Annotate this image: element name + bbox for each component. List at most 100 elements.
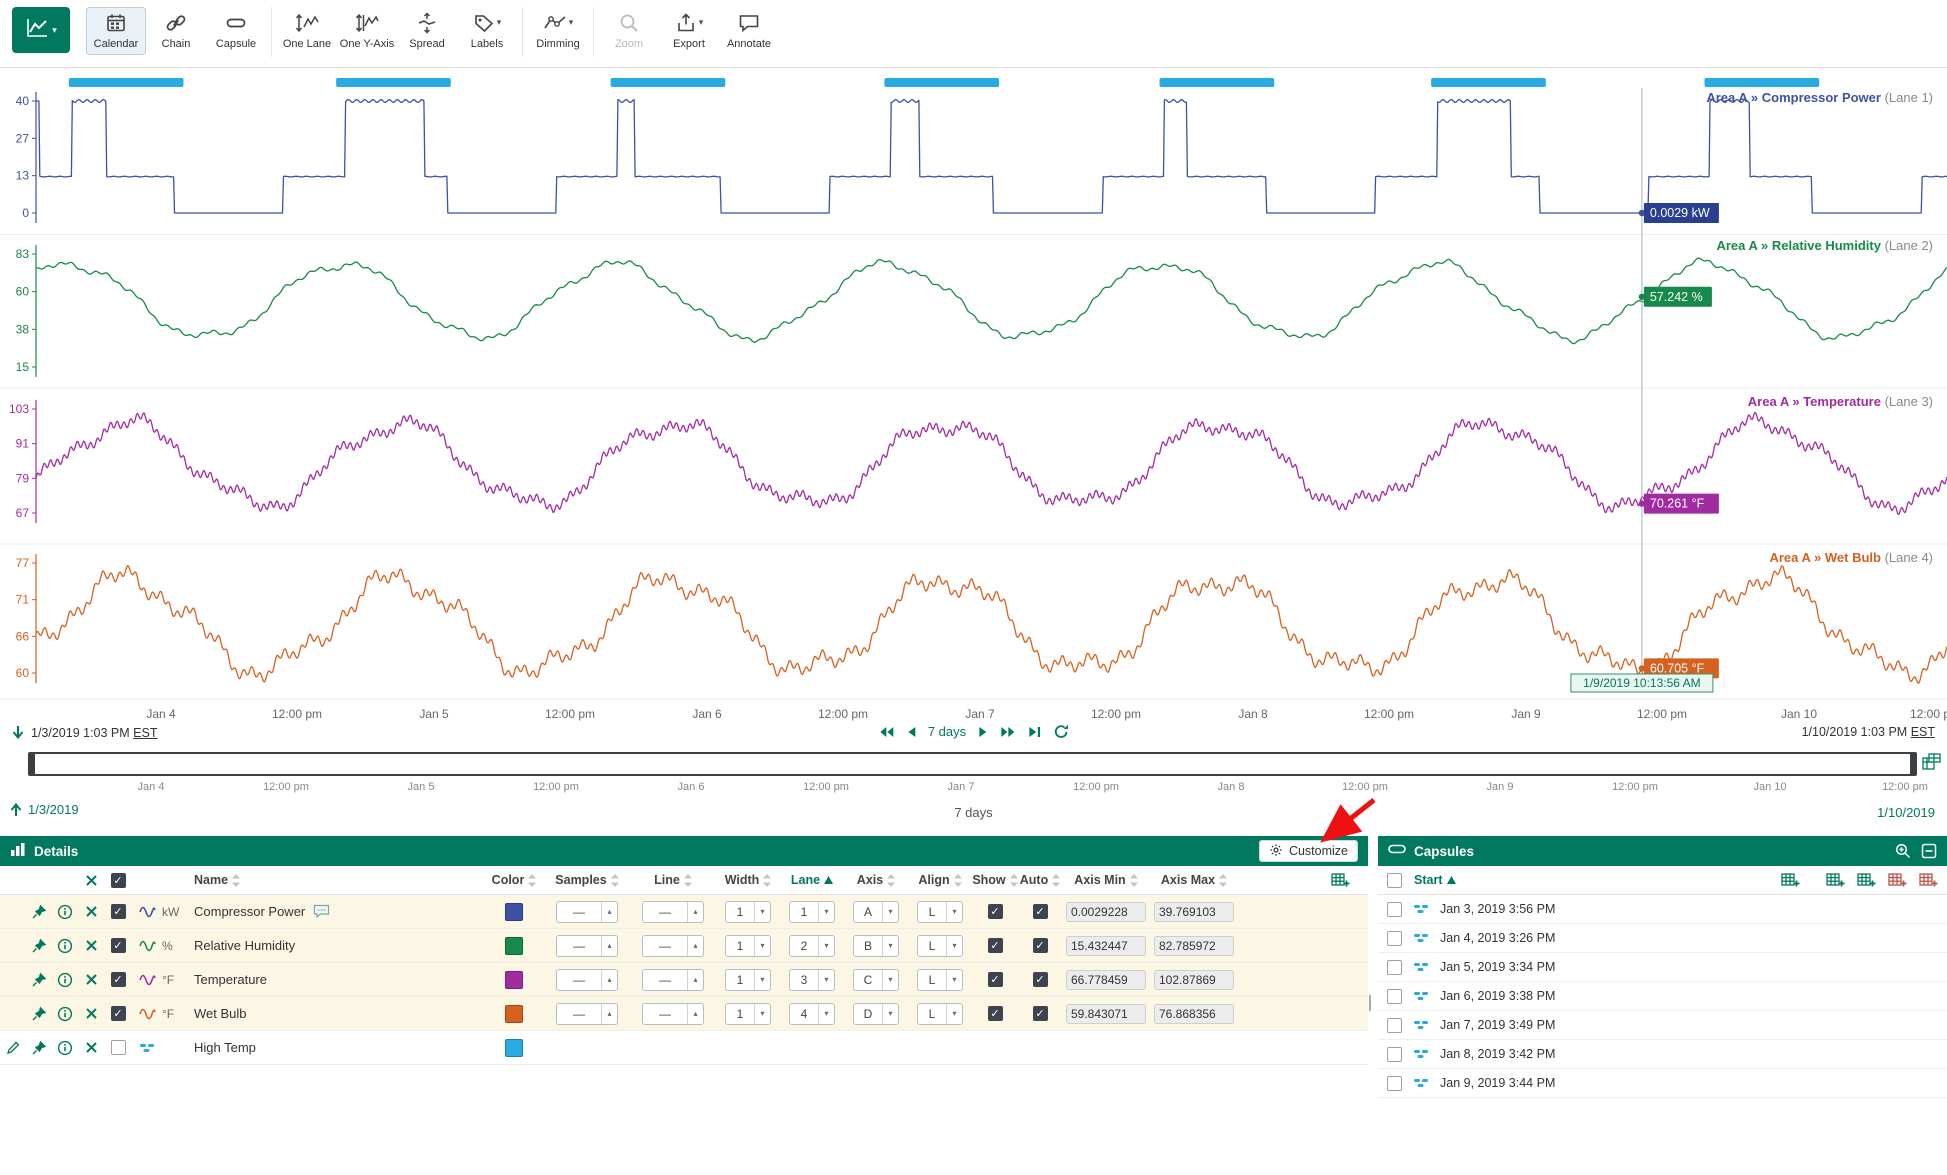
remove-icon[interactable]: [78, 929, 104, 962]
details-row-wet-bulb[interactable]: °FWet Bulb—▴—▴1▾4▾D▾L▾59.84307176.868356: [0, 997, 1368, 1031]
pan-to-end-button[interactable]: [1027, 725, 1042, 739]
show-checkbox[interactable]: [988, 904, 1003, 919]
row-checkbox[interactable]: [111, 1006, 126, 1021]
remove-icon[interactable]: [78, 895, 104, 928]
samples-style-dropdown[interactable]: —▴: [556, 969, 618, 991]
condition-capsule-bar[interactable]: [884, 78, 999, 87]
align-dropdown[interactable]: L▾: [917, 935, 963, 957]
axis-max-input[interactable]: 82.785972: [1154, 936, 1234, 956]
row-checkbox[interactable]: [111, 972, 126, 987]
line-style-dropdown[interactable]: —▴: [642, 901, 704, 923]
axis-max-input[interactable]: 39.769103: [1154, 902, 1234, 922]
trend-chart[interactable]: 4027130Area A » Compressor Power (Lane 1…: [0, 68, 1947, 722]
capsule-row[interactable]: Jan 9, 2019 3:44 PM: [1378, 1069, 1947, 1098]
investigate-end-date[interactable]: 1/10/2019: [1877, 805, 1935, 820]
capsule-checkbox[interactable]: [1387, 1018, 1402, 1033]
pin-icon[interactable]: [26, 895, 52, 928]
row-checkbox[interactable]: [111, 1040, 126, 1055]
align-dropdown[interactable]: L▾: [917, 901, 963, 923]
toolbar-button-spread[interactable]: Spread: [397, 7, 457, 55]
axis-dropdown[interactable]: A▾: [853, 901, 899, 923]
axis-dropdown[interactable]: B▾: [853, 935, 899, 957]
item-name[interactable]: Compressor Power: [194, 904, 305, 919]
duration-button[interactable]: 7 days: [928, 724, 966, 739]
capsule-checkbox[interactable]: [1387, 1076, 1402, 1091]
color-swatch[interactable]: [505, 971, 523, 989]
chart-type-menu-button[interactable]: ▾: [12, 7, 70, 53]
select-all-checkbox[interactable]: [111, 873, 126, 888]
capsule-grid-icon[interactable]: [1826, 872, 1845, 888]
line-style-dropdown[interactable]: —▴: [642, 935, 704, 957]
remove-icon[interactable]: [78, 1031, 104, 1064]
condition-capsule-bar[interactable]: [336, 78, 451, 87]
line-style-dropdown[interactable]: —▴: [642, 1003, 704, 1025]
col-color[interactable]: Color: [484, 866, 544, 894]
toolbar-button-labels[interactable]: ▾ Labels: [457, 7, 517, 55]
col-lane[interactable]: Lane: [780, 866, 844, 894]
details-row-compressor-power[interactable]: kWCompressor Power—▴—▴1▾1▾A▾L▾0.00292283…: [0, 895, 1368, 929]
toolbar-button-one-lane[interactable]: One Lane: [277, 7, 337, 55]
capsule-row[interactable]: Jan 3, 2019 3:56 PM: [1378, 895, 1947, 924]
color-swatch[interactable]: [505, 937, 523, 955]
lane-dropdown[interactable]: 2▾: [789, 935, 835, 957]
color-swatch[interactable]: [505, 1005, 523, 1023]
remove-icon[interactable]: [78, 963, 104, 996]
color-swatch[interactable]: [505, 1039, 523, 1057]
condition-capsule-bar[interactable]: [1160, 78, 1275, 87]
toolbar-button-chain[interactable]: Chain: [146, 7, 206, 55]
col-samples[interactable]: Samples: [544, 866, 630, 894]
info-icon[interactable]: [52, 997, 78, 1030]
capsule-grid-icon[interactable]: [1781, 872, 1800, 888]
capsule-row[interactable]: Jan 8, 2019 3:42 PM: [1378, 1040, 1947, 1069]
axis-min-input[interactable]: 66.778459: [1066, 970, 1146, 990]
item-name[interactable]: Temperature: [194, 972, 267, 987]
auto-checkbox[interactable]: [1033, 1006, 1048, 1021]
auto-checkbox[interactable]: [1033, 904, 1048, 919]
capsule-row[interactable]: Jan 6, 2019 3:38 PM: [1378, 982, 1947, 1011]
line-width-dropdown[interactable]: 1▾: [725, 1003, 771, 1025]
show-checkbox[interactable]: [988, 972, 1003, 987]
lane-label[interactable]: Area A » Compressor Power (Lane 1): [1706, 90, 1933, 105]
axis-max-input[interactable]: 102.87869: [1154, 970, 1234, 990]
refresh-button[interactable]: [1053, 724, 1069, 739]
condition-capsule-bar[interactable]: [1431, 78, 1546, 87]
remove-all-icon[interactable]: [78, 866, 104, 894]
capsule-checkbox[interactable]: [1387, 1047, 1402, 1062]
col-width[interactable]: Width: [716, 866, 780, 894]
details-row-high-temp[interactable]: High Temp: [0, 1031, 1368, 1065]
auto-checkbox[interactable]: [1033, 972, 1048, 987]
toolbar-button-capsule[interactable]: Capsule: [206, 7, 266, 55]
item-name[interactable]: High Temp: [194, 1040, 256, 1055]
edit-icon[interactable]: [0, 1031, 26, 1064]
condition-capsule-bar[interactable]: [69, 78, 184, 87]
item-name[interactable]: Wet Bulb: [194, 1006, 247, 1021]
collapse-panel-icon[interactable]: [1921, 843, 1937, 859]
info-icon[interactable]: [52, 963, 78, 996]
timeline-capsule-grid-icon[interactable]: [1922, 753, 1941, 775]
capsules-select-all-checkbox[interactable]: [1387, 873, 1402, 888]
col-start[interactable]: Start: [1414, 873, 1456, 887]
timeline-right-handle[interactable]: [1910, 752, 1917, 776]
capsule-row[interactable]: Jan 4, 2019 3:26 PM: [1378, 924, 1947, 953]
pin-icon[interactable]: [26, 963, 52, 996]
samples-style-dropdown[interactable]: —▴: [556, 935, 618, 957]
col-show[interactable]: Show: [972, 866, 1018, 894]
capsule-row[interactable]: Jan 7, 2019 3:49 PM: [1378, 1011, 1947, 1040]
align-dropdown[interactable]: L▾: [917, 1003, 963, 1025]
info-icon[interactable]: [52, 929, 78, 962]
samples-style-dropdown[interactable]: —▴: [556, 901, 618, 923]
condition-capsule-bar[interactable]: [1705, 78, 1820, 87]
remove-icon[interactable]: [78, 997, 104, 1030]
axis-min-input[interactable]: 0.0029228: [1066, 902, 1146, 922]
timeline-left-handle[interactable]: [28, 752, 35, 776]
pan-forward-button[interactable]: [977, 725, 988, 739]
range-start-arrow-icon[interactable]: [12, 725, 24, 740]
axis-dropdown[interactable]: C▾: [853, 969, 899, 991]
col-name[interactable]: Name: [192, 866, 484, 894]
pin-icon[interactable]: [26, 1031, 52, 1064]
customize-button[interactable]: Customize: [1259, 840, 1358, 862]
lane-dropdown[interactable]: 3▾: [789, 969, 835, 991]
col-axis-min[interactable]: Axis Min: [1062, 866, 1150, 894]
comment-icon[interactable]: [313, 904, 330, 919]
investigate-start-date[interactable]: 1/3/2019: [28, 802, 79, 817]
